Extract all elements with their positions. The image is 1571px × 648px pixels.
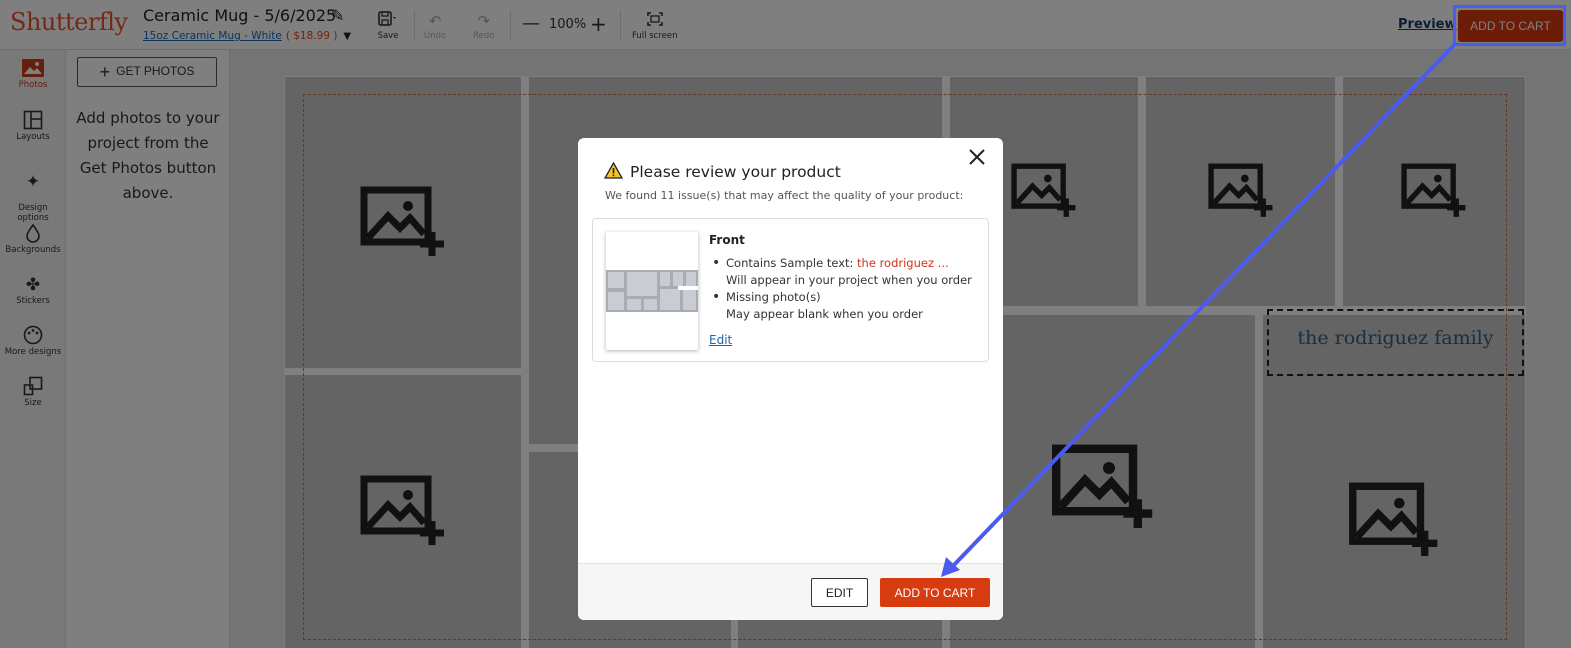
- annotation-arrow: [941, 42, 1457, 577]
